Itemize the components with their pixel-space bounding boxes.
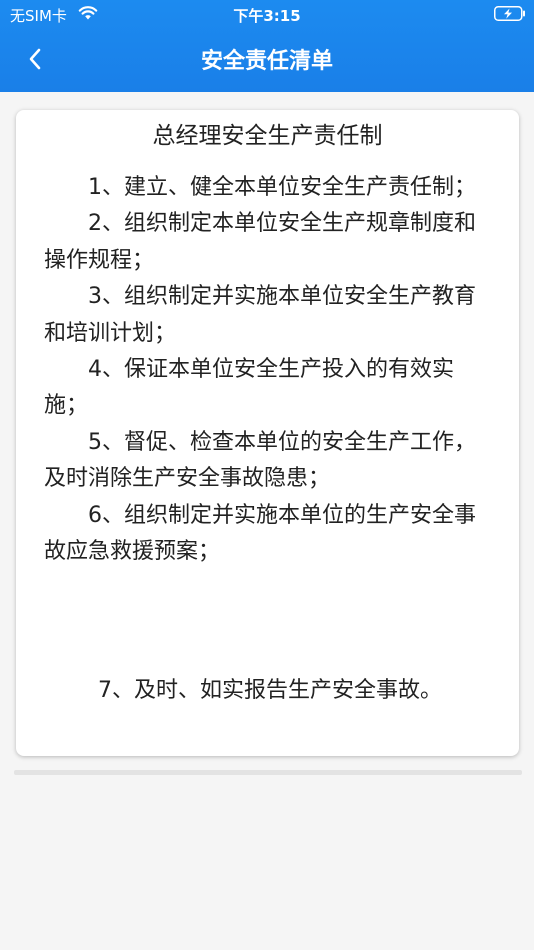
clause-6: 6、组织制定并实施本单位的生产安全事故应急救援预案； <box>44 502 476 565</box>
divider <box>14 770 522 775</box>
app-header: 无SIM卡 下午3:15 安全责任清单 <box>0 0 534 92</box>
clause-5: 5、督促、检查本单位的安全生产工作，及时消除生产安全事故隐患； <box>44 429 476 492</box>
battery-charging-icon <box>494 6 525 21</box>
document-card: 总经理安全生产责任制 1、建立、健全本单位安全生产责任制； 2、组织制定本单位安… <box>16 110 519 756</box>
clause-4: 4、保证本单位安全生产投入的有效实施； <box>44 357 454 419</box>
clause-3: 3、组织制定并实施本单位安全生产教育和培训计划； <box>44 284 476 346</box>
document-body: 1、建立、健全本单位安全生产责任制； 2、组织制定本单位安全生产规章制度和操作规… <box>44 170 494 570</box>
status-time: 下午3:15 <box>233 7 301 25</box>
page-title: 安全责任清单 <box>200 49 333 74</box>
clause-1: 1、建立、健全本单位安全生产责任制； <box>88 175 476 200</box>
document-title: 总经理安全生产责任制 <box>152 123 383 149</box>
clause-2: 2、组织制定本单位安全生产规章制度和操作规程； <box>44 211 476 273</box>
clause-7: 7、及时、如实报告生产安全事故。 <box>98 678 442 703</box>
status-bar: 无SIM卡 下午3:15 <box>0 0 534 28</box>
